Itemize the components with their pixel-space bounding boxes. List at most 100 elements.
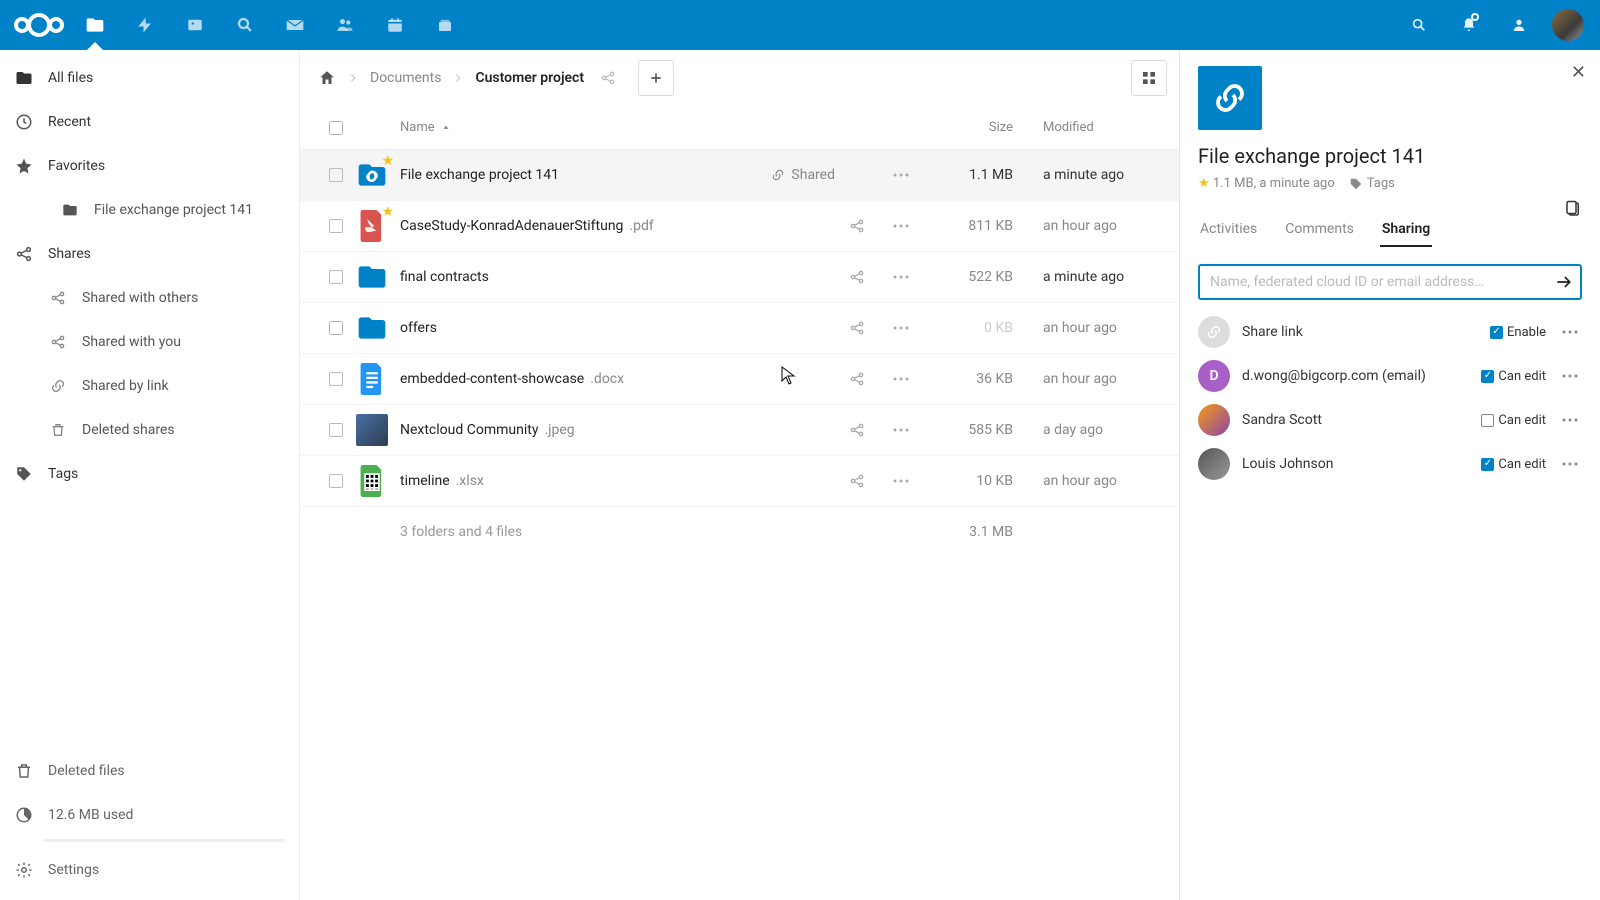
breadcrumb-item-current[interactable]: Customer project	[469, 70, 590, 86]
share-permission-checkbox[interactable]: Enable	[1490, 325, 1546, 340]
share-submit-icon[interactable]	[1554, 272, 1574, 292]
file-size: 0 KB	[923, 320, 1013, 336]
close-icon[interactable]: ✕	[1571, 62, 1586, 83]
more-icon[interactable]	[1558, 462, 1582, 466]
share-icon[interactable]	[835, 422, 879, 438]
sidebar-item-label: All files	[48, 70, 93, 86]
new-button[interactable]	[638, 60, 674, 96]
share-permission-checkbox[interactable]: Can edit	[1481, 457, 1546, 472]
sidebar-item-shared-you[interactable]: Shared with you	[0, 320, 299, 364]
app-header	[0, 0, 1600, 50]
notifications-icon[interactable]	[1444, 0, 1494, 50]
table-row[interactable]: offers 0 KB an hour ago	[300, 303, 1179, 354]
avatar	[1198, 448, 1230, 480]
more-icon[interactable]	[1558, 418, 1582, 422]
search-icon[interactable]	[1394, 0, 1444, 50]
more-icon[interactable]	[879, 428, 923, 432]
table-row[interactable]: timeline.xlsx 10 KB an hour ago	[300, 456, 1179, 507]
table-row[interactable]: embedded-content-showcase.docx 36 KB an …	[300, 354, 1179, 405]
more-icon[interactable]	[879, 224, 923, 228]
col-size-header[interactable]: Size	[923, 120, 1013, 135]
details-tabs: Activities Comments Sharing	[1198, 213, 1582, 248]
share-icon[interactable]	[835, 218, 879, 234]
sidebar-item-shared-link[interactable]: Shared by link	[0, 364, 299, 408]
clipboard-icon[interactable]	[1564, 200, 1582, 218]
search-app-icon[interactable]	[220, 0, 270, 50]
tag-icon	[14, 465, 34, 483]
row-checkbox[interactable]	[329, 423, 343, 437]
share-permission-checkbox[interactable]: Can edit	[1481, 369, 1546, 384]
view-toggle[interactable]	[1131, 60, 1167, 96]
more-icon[interactable]	[1558, 330, 1582, 334]
deck-app-icon[interactable]	[420, 0, 470, 50]
mail-app-icon[interactable]	[270, 0, 320, 50]
sidebar-item-all-files[interactable]: All files	[0, 56, 299, 100]
share-row: Louis Johnson Can edit	[1198, 442, 1582, 486]
file-size: 1.1 MB	[923, 167, 1013, 183]
row-checkbox[interactable]	[329, 270, 343, 284]
breadcrumb-share-icon[interactable]	[594, 70, 622, 86]
row-checkbox[interactable]	[329, 474, 343, 488]
more-icon[interactable]	[879, 479, 923, 483]
tab-activities[interactable]: Activities	[1198, 213, 1259, 247]
table-row[interactable]: ★ File exchange project 141 Shared 1.1 M…	[300, 150, 1179, 201]
table-row[interactable]: final contracts 522 KB a minute ago	[300, 252, 1179, 303]
row-checkbox[interactable]	[329, 372, 343, 386]
share-input[interactable]	[1198, 264, 1582, 300]
sidebar-item-recent[interactable]: Recent	[0, 100, 299, 144]
col-name-header[interactable]: Name	[400, 120, 735, 135]
link-icon	[1198, 316, 1230, 348]
sidebar-item-shares[interactable]: Shares	[0, 232, 299, 276]
more-icon[interactable]	[879, 377, 923, 381]
calendar-app-icon[interactable]	[370, 0, 420, 50]
table-row[interactable]: Nextcloud Community.jpeg 585 KB a day ag…	[300, 405, 1179, 456]
contacts-app-icon[interactable]	[320, 0, 370, 50]
sidebar-settings[interactable]: Settings	[0, 848, 299, 892]
share-name: Share link	[1242, 324, 1478, 340]
clock-icon	[14, 113, 34, 131]
chevron-right-icon	[346, 71, 360, 85]
share-icon[interactable]	[835, 320, 879, 336]
share-permission-checkbox[interactable]: Can edit	[1481, 413, 1546, 428]
more-icon[interactable]	[1558, 374, 1582, 378]
files-app-icon[interactable]	[70, 0, 120, 50]
file-modified: a minute ago	[1013, 167, 1163, 183]
more-icon[interactable]	[879, 275, 923, 279]
sidebar-item-shared-others[interactable]: Shared with others	[0, 276, 299, 320]
gallery-app-icon[interactable]	[170, 0, 220, 50]
row-checkbox[interactable]	[329, 219, 343, 233]
file-icon	[356, 414, 388, 446]
tab-comments[interactable]: Comments	[1283, 213, 1356, 247]
sidebar-item-fav-project[interactable]: File exchange project 141	[0, 188, 299, 232]
sidebar-item-deleted-shares[interactable]: Deleted shares	[0, 408, 299, 452]
details-meta: ★ 1.1 MB, a minute ago Tags	[1198, 176, 1582, 191]
share-icon	[48, 334, 68, 350]
breadcrumb-home[interactable]	[312, 69, 342, 87]
more-icon[interactable]	[879, 326, 923, 330]
select-all-checkbox[interactable]	[329, 121, 343, 135]
logo[interactable]	[8, 0, 70, 50]
tab-sharing[interactable]: Sharing	[1380, 213, 1432, 247]
share-icon[interactable]	[835, 269, 879, 285]
sidebar-item-label: Deleted shares	[82, 422, 175, 438]
breadcrumb-item[interactable]: Documents	[364, 70, 447, 86]
more-icon[interactable]	[879, 173, 923, 177]
share-name: d.wong@bigcorp.com (email)	[1242, 368, 1469, 384]
share-icon	[14, 245, 34, 263]
user-avatar[interactable]	[1552, 9, 1584, 41]
row-checkbox[interactable]	[329, 168, 343, 182]
share-icon[interactable]	[835, 371, 879, 387]
sidebar-item-tags[interactable]: Tags	[0, 452, 299, 496]
sidebar-item-label: Shared with others	[82, 290, 198, 306]
quota-icon	[14, 806, 34, 824]
sidebar-deleted-files[interactable]: Deleted files	[0, 749, 299, 793]
table-row[interactable]: ★ CaseStudy-KonradAdenauerStiftung.pdf 8…	[300, 201, 1179, 252]
activity-app-icon[interactable]	[120, 0, 170, 50]
share-icon[interactable]	[835, 473, 879, 489]
row-checkbox[interactable]	[329, 321, 343, 335]
file-name: CaseStudy-KonradAdenauerStiftung	[400, 218, 623, 234]
contacts-menu-icon[interactable]	[1494, 0, 1544, 50]
sidebar-item-favorites[interactable]: Favorites	[0, 144, 299, 188]
star-icon[interactable]: ★	[1198, 176, 1210, 191]
col-modified-header[interactable]: Modified	[1013, 120, 1163, 135]
